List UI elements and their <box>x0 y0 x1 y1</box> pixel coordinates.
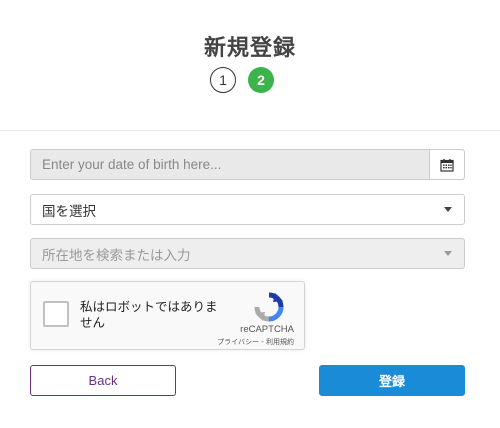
calendar-icon <box>440 158 454 172</box>
recaptcha-checkbox[interactable] <box>43 301 69 327</box>
divider <box>0 130 500 131</box>
caret-down-icon <box>444 207 452 212</box>
dob-field[interactable]: Enter your date of birth here... <box>30 149 465 180</box>
dob-input[interactable]: Enter your date of birth here... <box>31 157 429 172</box>
back-button[interactable]: Back <box>30 365 176 396</box>
country-select-value: 国を選択 <box>42 203 96 219</box>
step-indicator: 1 2 <box>210 67 276 93</box>
calendar-button[interactable] <box>429 150 464 179</box>
caret-down-icon <box>444 251 452 256</box>
country-select[interactable]: 国を選択 <box>30 194 465 225</box>
step-1[interactable]: 1 <box>210 67 236 93</box>
recaptcha-brand: reCAPTCHA <box>240 324 294 335</box>
location-select[interactable]: 所在地を検索または入力 <box>30 238 465 269</box>
recaptcha-links[interactable]: プライバシー - 利用規約 <box>217 337 294 347</box>
recaptcha-logo-icon <box>254 292 284 322</box>
register-button[interactable]: 登録 <box>319 365 465 396</box>
recaptcha-label: 私はロボットではありません <box>80 299 218 330</box>
location-placeholder: 所在地を検索または入力 <box>42 247 191 263</box>
recaptcha-widget: 私はロボットではありません reCAPTCHA プライバシー - 利用規約 <box>30 281 305 350</box>
step-2: 2 <box>248 67 274 93</box>
page-title: 新規登録 <box>203 36 296 61</box>
